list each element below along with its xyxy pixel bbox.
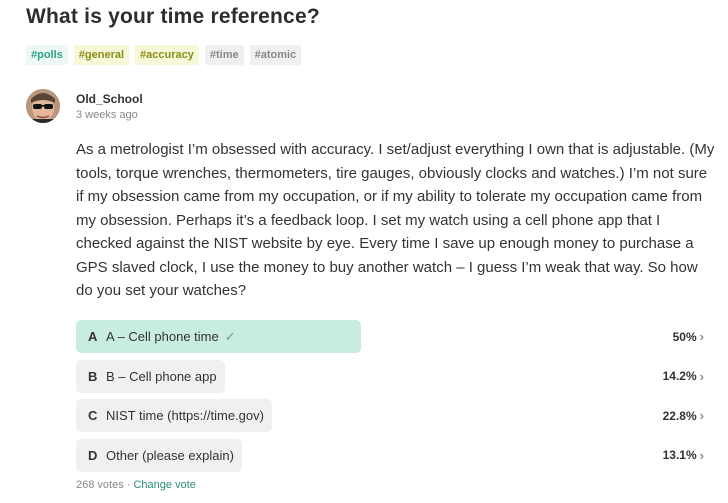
poll-option-label: Other (please explain) xyxy=(106,447,234,463)
tag-accuracy[interactable]: #accuracy xyxy=(135,45,199,65)
poll-option-b[interactable]: B B – Cell phone app 14.2% › xyxy=(76,359,704,393)
tag-list: #polls #general #accuracy #time #atomic xyxy=(26,45,302,65)
chevron-right-icon[interactable]: › xyxy=(700,408,704,423)
tag-polls[interactable]: #polls xyxy=(26,45,68,65)
avatar-portrait-image xyxy=(26,89,60,123)
poll-option-letter: D xyxy=(88,447,98,463)
post-title: What is your time reference? xyxy=(26,5,320,28)
tag-atomic[interactable]: #atomic xyxy=(249,45,302,65)
poll-option-a[interactable]: A A – Cell phone time ✓ 50% › xyxy=(76,320,704,353)
post-page: What is your time reference? #polls #gen… xyxy=(0,0,728,503)
post-body: As a metrologist I’m obsessed with accur… xyxy=(76,141,715,299)
poll-option-percent: 14.2% xyxy=(662,369,697,383)
poll-option-letter: A xyxy=(88,329,98,344)
change-vote-link[interactable]: Change vote xyxy=(133,479,195,491)
tag-time[interactable]: #time xyxy=(204,45,244,65)
avatar[interactable] xyxy=(26,89,60,123)
poll-option-letter: C xyxy=(88,408,98,423)
poll-option-d[interactable]: D Other (please explain) 13.1% › xyxy=(76,438,704,472)
author-name[interactable]: Old_School xyxy=(76,92,143,106)
poll-footer: 268 votes · Change vote xyxy=(76,479,196,491)
chevron-right-icon[interactable]: › xyxy=(700,448,704,463)
vote-count: 268 votes xyxy=(76,479,124,491)
poll-option-percent: 13.1% xyxy=(662,448,697,462)
post-timestamp[interactable]: 3 weeks ago xyxy=(76,109,143,121)
poll-option-percent: 22.8% xyxy=(662,408,697,423)
poll-option-label: A – Cell phone time xyxy=(106,329,219,344)
author-block: Old_School 3 weeks ago xyxy=(76,92,143,121)
poll: A A – Cell phone time ✓ 50% › B B – Cell… xyxy=(76,320,704,478)
poll-option-percent: 50% xyxy=(672,329,697,344)
tag-general[interactable]: #general xyxy=(73,45,130,65)
chevron-right-icon[interactable]: › xyxy=(700,329,704,344)
poll-option-c[interactable]: C NIST time (https://time.gov) 22.8% › xyxy=(76,399,704,432)
poll-option-label: NIST time (https://time.gov) xyxy=(106,408,264,423)
poll-option-letter: B xyxy=(88,368,98,384)
check-icon: ✓ xyxy=(224,328,236,344)
chevron-right-icon[interactable]: › xyxy=(700,369,704,384)
poll-option-label: B – Cell phone app xyxy=(106,368,217,384)
